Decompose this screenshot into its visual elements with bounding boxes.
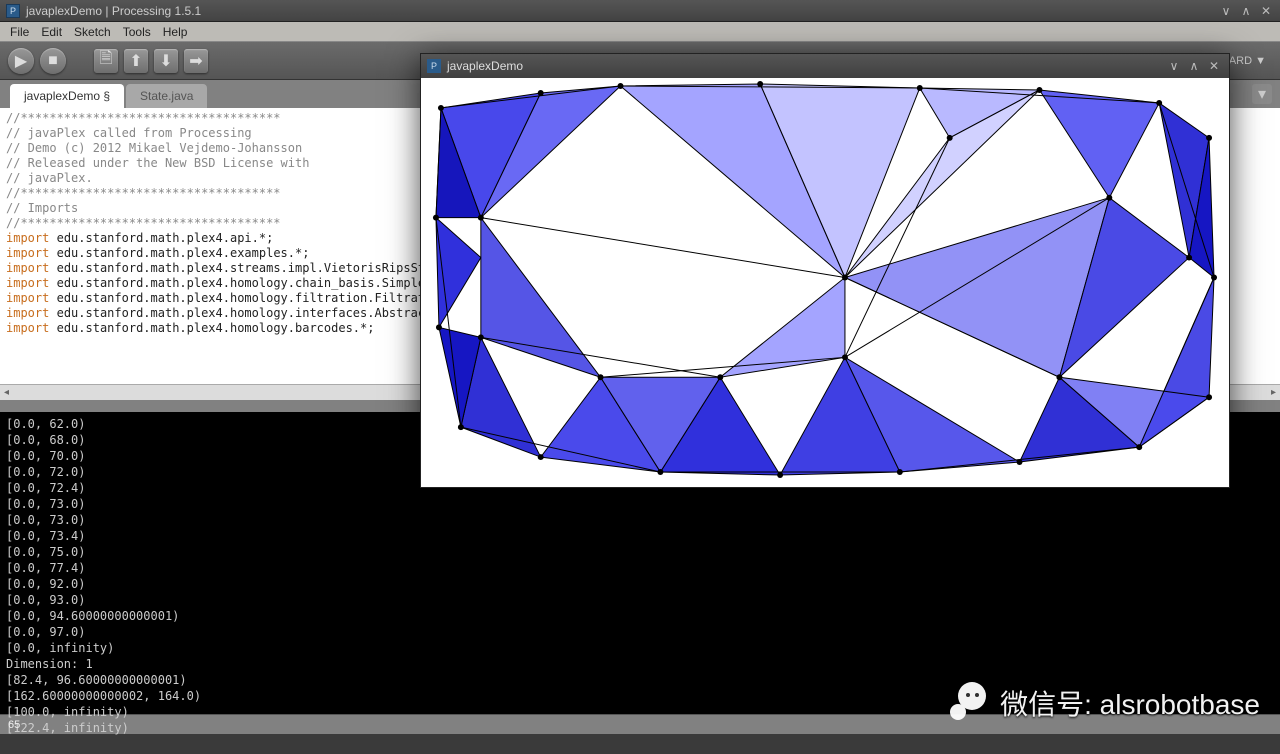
menubar: File Edit Sketch Tools Help bbox=[0, 22, 1280, 42]
window-titlebar: P javaplexDemo | Processing 1.5.1 ∨ ∧ ✕ bbox=[0, 0, 1280, 22]
minimize-icon[interactable]: ∨ bbox=[1165, 59, 1183, 73]
scroll-left-icon[interactable]: ◂ bbox=[4, 387, 9, 398]
sketch-canvas bbox=[421, 78, 1229, 487]
menu-tools[interactable]: Tools bbox=[117, 23, 157, 41]
line-number: 65 bbox=[8, 719, 20, 731]
sketch-window: P javaplexDemo ∨ ∧ ✕ bbox=[420, 53, 1230, 488]
save-button[interactable]: ⬇ bbox=[154, 49, 178, 73]
close-icon[interactable]: ✕ bbox=[1205, 59, 1223, 73]
open-button[interactable]: ⬆ bbox=[124, 49, 148, 73]
export-button[interactable]: ➡ bbox=[184, 49, 208, 73]
watermark: 微信号: alsrobotbase bbox=[948, 682, 1260, 724]
close-icon[interactable]: ✕ bbox=[1258, 4, 1274, 18]
maximize-icon[interactable]: ∧ bbox=[1238, 4, 1254, 18]
scroll-right-icon[interactable]: ▸ bbox=[1271, 387, 1276, 398]
run-button[interactable]: ▶ bbox=[8, 48, 34, 74]
menu-edit[interactable]: Edit bbox=[35, 23, 68, 41]
tab-label: javaplexDemo § bbox=[24, 89, 110, 103]
new-button[interactable]: 🗎 bbox=[94, 49, 118, 73]
watermark-text: 微信号: alsrobotbase bbox=[1000, 683, 1260, 723]
wechat-icon bbox=[948, 682, 990, 724]
menu-file[interactable]: File bbox=[4, 23, 35, 41]
tab-inactive[interactable]: State.java bbox=[126, 84, 207, 108]
menu-sketch[interactable]: Sketch bbox=[68, 23, 117, 41]
maximize-icon[interactable]: ∧ bbox=[1185, 59, 1203, 73]
sketch-title: javaplexDemo bbox=[447, 59, 523, 73]
tab-menu-button[interactable]: ▾ bbox=[1252, 84, 1272, 104]
app-icon: P bbox=[427, 59, 441, 73]
tab-active[interactable]: javaplexDemo § bbox=[10, 84, 124, 108]
window-title: javaplexDemo | Processing 1.5.1 bbox=[26, 4, 201, 18]
sketch-titlebar: P javaplexDemo ∨ ∧ ✕ bbox=[421, 54, 1229, 78]
minimize-icon[interactable]: ∨ bbox=[1218, 4, 1234, 18]
app-icon: P bbox=[6, 4, 20, 18]
tab-label: State.java bbox=[140, 89, 193, 103]
mode-selector[interactable]: ARD ▼ bbox=[1223, 51, 1272, 71]
stop-button[interactable]: ■ bbox=[40, 48, 66, 74]
menu-help[interactable]: Help bbox=[157, 23, 194, 41]
